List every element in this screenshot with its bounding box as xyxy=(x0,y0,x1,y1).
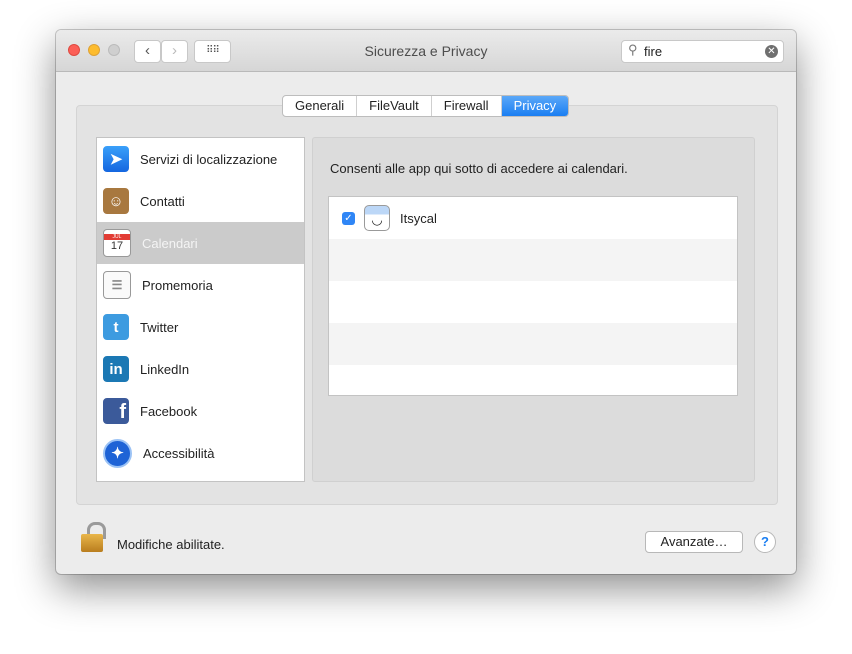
facebook-icon: f xyxy=(103,398,129,424)
sidebar-item-linkedin[interactable]: in LinkedIn xyxy=(97,348,304,390)
advanced-button[interactable]: Avanzate… xyxy=(645,531,743,553)
sidebar-item-twitter[interactable]: t Twitter xyxy=(97,306,304,348)
lock-icon[interactable] xyxy=(78,522,108,554)
tab-bar: Generali FileVault Firewall Privacy xyxy=(282,95,570,117)
app-row: ✓ ◡ Itsycal xyxy=(329,197,737,239)
sidebar-item-reminders[interactable]: ☰ Promemoria xyxy=(97,264,304,306)
twitter-icon: t xyxy=(103,314,129,340)
sidebar-item-contacts[interactable]: ☺ Contatti xyxy=(97,180,304,222)
location-arrow-icon: ➤ xyxy=(103,146,129,172)
privacy-category-list: ➤ Servizi di localizzazione ☺ Contatti JUL… xyxy=(96,137,305,482)
search-input[interactable]: fire xyxy=(644,44,662,59)
clear-search-icon[interactable]: ✕ xyxy=(765,45,778,58)
empty-row xyxy=(329,281,737,323)
accessibility-icon: ✦ xyxy=(103,438,132,468)
itsycal-app-icon: ◡ xyxy=(364,205,390,231)
calendar-access-pane: Consenti alle app qui sotto di accedere … xyxy=(312,137,755,482)
title-bar: ‹ › ⠿⠿ Sicurezza e Privacy ⚲ fire ✕ xyxy=(56,30,796,72)
app-name: Itsycal xyxy=(400,210,437,226)
empty-row xyxy=(329,323,737,365)
sidebar-item-label: Promemoria xyxy=(142,277,213,293)
tab-firewall[interactable]: Firewall xyxy=(432,96,502,116)
calendar-icon: JUL 17 xyxy=(103,229,131,257)
sidebar-item-label: LinkedIn xyxy=(140,361,190,377)
empty-row xyxy=(329,239,737,281)
calendar-day: 17 xyxy=(110,240,124,252)
tab-generali[interactable]: Generali xyxy=(283,96,358,116)
access-description: Consenti alle app qui sotto di accedere … xyxy=(330,161,628,176)
sidebar-item-calendars[interactable]: JUL 17 Calendari xyxy=(97,222,304,264)
sidebar-item-label: Twitter xyxy=(140,319,179,335)
reminders-icon: ☰ xyxy=(103,271,131,299)
preferences-window: ‹ › ⠿⠿ Sicurezza e Privacy ⚲ fire ✕ Gene… xyxy=(56,30,796,574)
sidebar-item-label: Contatti xyxy=(140,193,185,209)
sidebar-item-facebook[interactable]: f Facebook xyxy=(97,390,304,432)
sidebar-item-label: Facebook xyxy=(140,403,198,419)
sidebar-item-label: Servizi di localizzazione xyxy=(140,151,278,167)
linkedin-icon: in xyxy=(103,356,129,382)
sidebar-item-location[interactable]: ➤ Servizi di localizzazione xyxy=(97,138,304,180)
tab-filevault[interactable]: FileVault xyxy=(357,96,432,116)
search-icon: ⚲ xyxy=(628,42,638,57)
contacts-book-icon: ☺ xyxy=(103,188,129,214)
tab-privacy[interactable]: Privacy xyxy=(501,96,569,116)
allow-checkbox[interactable]: ✓ xyxy=(342,211,355,225)
app-list: ✓ ◡ Itsycal xyxy=(328,196,738,396)
lock-status-label: Modifiche abilitate. xyxy=(117,537,225,552)
help-button[interactable]: ? xyxy=(754,531,776,553)
sidebar-item-accessibility[interactable]: ✦ Accessibilità xyxy=(97,432,304,474)
search-field[interactable]: ⚲ fire ✕ xyxy=(621,40,784,63)
sidebar-item-label: Accessibilità xyxy=(143,445,215,461)
sidebar-item-label: Calendari xyxy=(142,235,198,251)
